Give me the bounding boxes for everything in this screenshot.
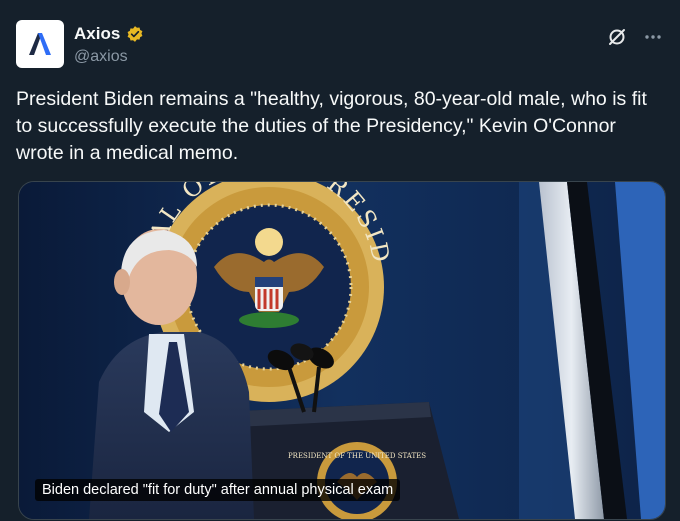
author-avatar[interactable] (16, 20, 64, 68)
grok-button[interactable] (606, 26, 628, 48)
author-display-name[interactable]: Axios (74, 24, 120, 44)
podium-seal-text: PRESIDENT OF THE UNITED STATES (288, 452, 426, 460)
author-handle[interactable]: @axios (74, 48, 128, 66)
tweet-text: President Biden remains a "healthy, vigo… (16, 88, 647, 164)
axios-logo-icon (29, 33, 51, 55)
slash-circle-icon (609, 29, 625, 45)
tweet-top-actions (606, 26, 664, 48)
tweet-card[interactable]: Axios @axios President Biden remains a "… (0, 0, 680, 521)
more-options-icon (645, 35, 661, 39)
author-name-row: Axios (74, 24, 144, 44)
tweet-media-image[interactable]: SEAL OF THE PRESIDENT OF THE UNITED STAT… (18, 181, 666, 520)
verified-badge-icon (127, 26, 143, 42)
more-options-button[interactable] (642, 26, 664, 48)
media-caption: Biden declared "fit for duty" after annu… (35, 479, 401, 501)
media-photo: SEAL OF THE PRESIDENT OF THE UNITED STAT… (19, 182, 665, 519)
